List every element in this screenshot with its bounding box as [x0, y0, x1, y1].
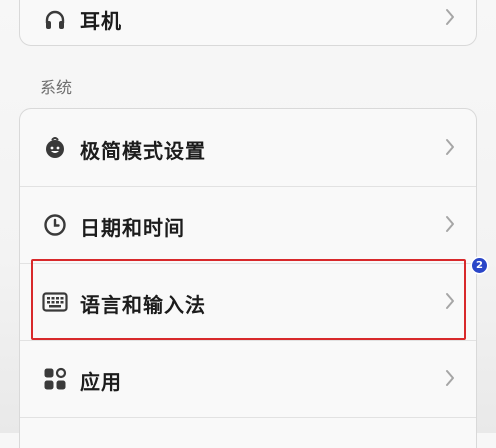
- clock-icon: [42, 212, 68, 238]
- headphones-card: 耳机: [19, 0, 477, 46]
- simple-mode-label: 极简模式设置: [80, 139, 206, 163]
- chevron-right-icon: [446, 139, 454, 155]
- chevron-right-icon: [446, 370, 454, 386]
- apps-label: 应用: [80, 370, 122, 394]
- settings-row-apps[interactable]: 应用: [20, 340, 476, 417]
- settings-row-simple-mode[interactable]: 极简模式设置: [20, 109, 476, 186]
- date-time-label: 日期和时间: [80, 216, 185, 240]
- headphones-label: 耳机: [80, 9, 122, 33]
- section-title-system: 系统: [40, 78, 73, 97]
- headphones-icon: [42, 7, 68, 33]
- step-badge: 2: [472, 258, 487, 273]
- chevron-right-icon: [446, 216, 454, 232]
- chevron-right-icon: [446, 9, 454, 25]
- settings-row-headphones[interactable]: 耳机: [20, 0, 476, 45]
- settings-row-date-time[interactable]: 日期和时间: [20, 186, 476, 263]
- divider: [20, 417, 476, 418]
- apps-icon: [42, 366, 68, 392]
- highlight-box: [31, 259, 466, 340]
- simple-mode-icon: [42, 135, 68, 161]
